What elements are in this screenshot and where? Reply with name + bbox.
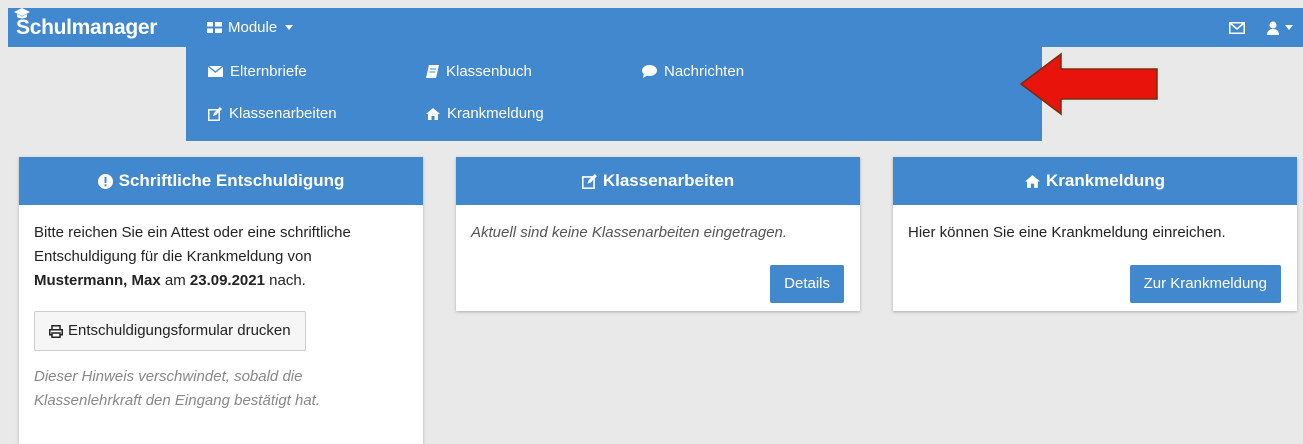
menu-item-klassenbuch[interactable]: Klassenbuch <box>426 63 532 80</box>
user-icon <box>1267 21 1279 35</box>
card-title: Krankmeldung <box>1045 171 1166 190</box>
red-arrow-annotation <box>1019 52 1158 116</box>
envelope-icon <box>1229 21 1245 34</box>
brand-text: Schulmanager <box>16 16 158 39</box>
menu-item-label: Klassenbuch <box>446 63 532 80</box>
card-title: Schriftliche Entschuldigung <box>118 171 345 190</box>
modules-dropdown-toggle[interactable]: Module <box>207 8 294 47</box>
menu-item-klassenarbeiten[interactable]: Klassenarbeiten <box>208 105 337 122</box>
caret-down-icon <box>285 25 294 30</box>
menu-item-label: Krankmeldung <box>447 105 544 122</box>
zur-krankmeldung-button[interactable]: Zur Krankmeldung <box>1129 265 1281 303</box>
edit-icon <box>581 173 597 189</box>
message-text-after: nach. <box>269 272 306 289</box>
brand-logo[interactable]: Schulmanager <box>14 8 158 43</box>
menu-item-krankmeldung[interactable]: Krankmeldung <box>426 105 544 122</box>
card-header: Schriftliche Entschuldigung <box>19 157 423 205</box>
details-button[interactable]: Details <box>770 265 844 303</box>
print-form-button[interactable]: Entschuldigungsformular drucken <box>34 311 306 351</box>
home-icon <box>1024 174 1040 188</box>
card-body: Aktuell sind keine Klassenarbeiten einge… <box>456 205 860 257</box>
top-navbar: Schulmanager Module <box>8 8 1303 47</box>
student-name: Mustermann, Max <box>34 272 161 289</box>
card-title: Klassenarbeiten <box>602 171 735 190</box>
edit-icon <box>208 106 222 121</box>
comment-icon <box>642 65 657 78</box>
modules-label: Module <box>228 19 278 36</box>
envelope-icon <box>208 66 223 77</box>
klassenarbeiten-text: Aktuell sind keine Klassenarbeiten einge… <box>471 224 788 241</box>
card-header: Krankmeldung <box>893 157 1297 205</box>
messages-button[interactable] <box>1229 21 1245 34</box>
message-text-am: am <box>164 272 186 289</box>
grid-icon <box>207 22 222 33</box>
menu-item-label: Klassenarbeiten <box>229 105 337 122</box>
home-icon <box>426 107 440 120</box>
print-icon <box>49 324 63 338</box>
user-menu-button[interactable] <box>1267 21 1293 35</box>
menu-item-elternbriefe[interactable]: Elternbriefe <box>208 63 307 80</box>
entschuldigung-message: Bitte reichen Sie ein Attest oder eine s… <box>34 221 408 293</box>
card-body: Bitte reichen Sie ein Attest oder eine s… <box>19 205 423 425</box>
menu-item-label: Nachrichten <box>664 63 745 80</box>
graduation-cap-icon <box>14 8 30 19</box>
krankmeldung-card: Krankmeldung Hier können Sie eine Krankm… <box>893 157 1297 311</box>
caret-down-icon <box>1285 25 1293 30</box>
hint-text: Dieser Hinweis verschwindet, sobald die … <box>34 368 321 409</box>
card-header: Klassenarbeiten <box>456 157 860 205</box>
print-button-label: Entschuldigungsformular drucken <box>68 322 291 339</box>
modules-dropdown-menu: Elternbriefe Klassenbuch Nachrichten Kla… <box>186 47 1042 141</box>
menu-item-nachrichten[interactable]: Nachrichten <box>642 63 744 80</box>
exclamation-circle-icon <box>97 173 113 189</box>
absence-date: 23.09.2021 <box>189 272 265 289</box>
navbar-right <box>1229 8 1293 47</box>
message-text: Bitte reichen Sie ein Attest oder eine s… <box>34 224 351 265</box>
book-icon <box>426 65 439 78</box>
entschuldigung-card: Schriftliche Entschuldigung Bitte reiche… <box>19 157 423 444</box>
card-body: Hier können Sie eine Krankmeldung einrei… <box>893 205 1297 257</box>
krankmeldung-text: Hier können Sie eine Krankmeldung einrei… <box>908 224 1226 241</box>
klassenarbeiten-card: Klassenarbeiten Aktuell sind keine Klass… <box>456 157 860 311</box>
menu-item-label: Elternbriefe <box>230 63 307 80</box>
